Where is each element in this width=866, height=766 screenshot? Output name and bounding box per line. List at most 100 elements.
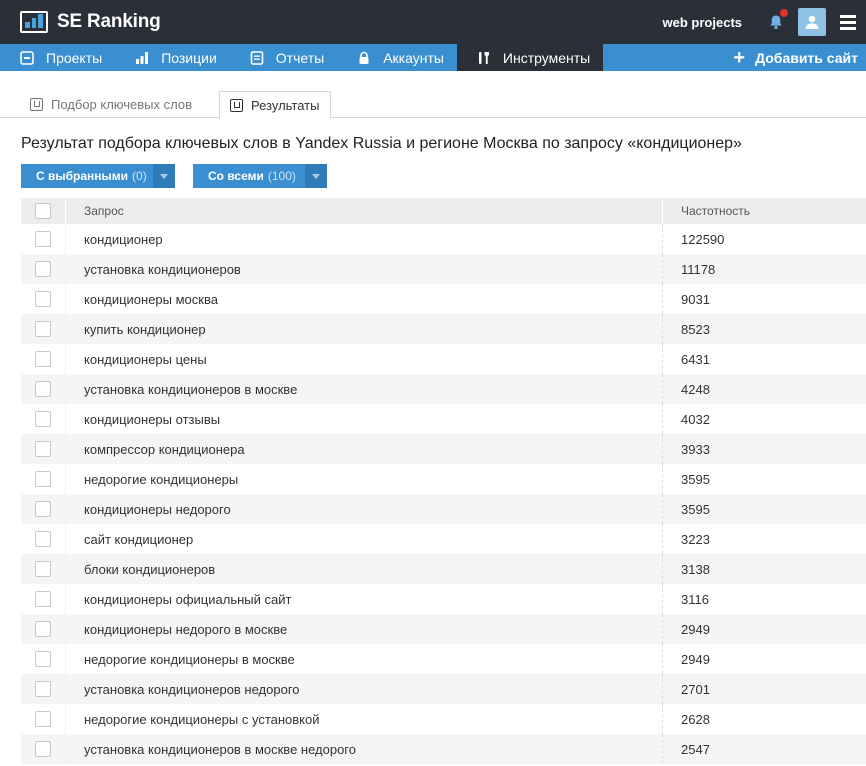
- table-row: компрессор кондиционера 3933: [21, 434, 866, 464]
- table-row: недорогие кондиционеры 3595: [21, 464, 866, 494]
- avatar[interactable]: [798, 8, 826, 36]
- query-cell: кондиционеры цены: [66, 344, 663, 374]
- add-site-button[interactable]: + Добавить сайт: [733, 44, 858, 71]
- tab-label: Подбор ключевых слов: [51, 97, 193, 112]
- row-checkbox[interactable]: [35, 291, 51, 307]
- row-checkbox[interactable]: [35, 591, 51, 607]
- frequency-cell: 2701: [681, 681, 710, 697]
- query-cell: кондиционеры официальный сайт: [66, 584, 663, 614]
- menu-icon[interactable]: [840, 14, 856, 30]
- nav-item-projects[interactable]: Проекты: [0, 44, 115, 71]
- nav-label: Аккаунты: [383, 49, 444, 66]
- row-checkbox[interactable]: [35, 741, 51, 757]
- row-checkbox[interactable]: [35, 531, 51, 547]
- table-row: блоки кондиционеров 3138: [21, 554, 866, 584]
- select-all-checkbox[interactable]: [35, 203, 51, 219]
- selected-count: (0): [132, 169, 147, 183]
- query-cell: кондиционеры москва: [66, 284, 663, 314]
- plus-icon: +: [733, 46, 746, 69]
- tab-keyword-selection[interactable]: Подбор ключевых слов: [20, 91, 202, 118]
- nav-item-accounts[interactable]: Аккаунты: [337, 44, 457, 71]
- row-checkbox[interactable]: [35, 711, 51, 727]
- query-cell: блоки кондиционеров: [66, 554, 663, 584]
- row-checkbox[interactable]: [35, 471, 51, 487]
- row-checkbox[interactable]: [35, 231, 51, 247]
- row-checkbox[interactable]: [35, 381, 51, 397]
- upload-box-icon: [30, 98, 43, 111]
- row-checkbox[interactable]: [35, 321, 51, 337]
- frequency-cell: 2628: [681, 711, 710, 727]
- tab-label: Результаты: [251, 97, 320, 113]
- row-checkbox[interactable]: [35, 411, 51, 427]
- all-count: (100): [267, 169, 296, 183]
- query-cell: недорогие кондиционеры в москве: [66, 644, 663, 674]
- frequency-cell: 3933: [681, 441, 710, 457]
- column-header-frequency[interactable]: Частотность: [663, 198, 866, 224]
- button-label: С выбранными: [36, 169, 129, 183]
- query-cell: установка кондиционеров недорого: [66, 674, 663, 704]
- user-icon: [805, 15, 819, 29]
- nav-item-tools[interactable]: Инструменты: [456, 44, 604, 71]
- with-all-button[interactable]: Со всеми (100): [193, 164, 327, 188]
- add-site-label: Добавить сайт: [755, 49, 858, 66]
- row-checkbox[interactable]: [35, 561, 51, 577]
- nav-item-reports[interactable]: Отчеты: [230, 44, 337, 71]
- page-title: Результат подбора ключевых слов в Yandex…: [21, 135, 742, 152]
- frequency-cell: 8523: [681, 321, 710, 337]
- nav-label: Позиции: [161, 49, 217, 66]
- row-checkbox[interactable]: [35, 681, 51, 697]
- nav-label: Отчеты: [275, 49, 325, 66]
- frequency-cell: 2949: [681, 621, 710, 637]
- row-checkbox[interactable]: [35, 261, 51, 277]
- projects-icon: [20, 50, 34, 65]
- frequency-cell: 2547: [681, 741, 710, 757]
- tab-results[interactable]: Результаты: [219, 91, 331, 119]
- column-header-query[interactable]: Запрос: [66, 198, 663, 224]
- account-name[interactable]: web projects: [663, 15, 742, 30]
- logo-chart-icon: [20, 11, 48, 33]
- row-checkbox[interactable]: [35, 441, 51, 457]
- table-row: установка кондиционеров недорого 2701: [21, 674, 866, 704]
- table-row: установка кондиционеров в москве недорог…: [21, 734, 866, 764]
- frequency-cell: 3138: [681, 561, 710, 577]
- nav-label: Проекты: [46, 49, 103, 66]
- logo[interactable]: SE Ranking: [20, 11, 161, 33]
- main-nav: Проекты Позиции Отчеты Аккаунты Инструме…: [0, 44, 866, 71]
- table-row: недорогие кондиционеры с установкой 2628: [21, 704, 866, 734]
- nav-label: Инструменты: [502, 49, 591, 66]
- with-selected-button[interactable]: С выбранными (0): [21, 164, 175, 188]
- top-bar: SE Ranking web projects: [0, 0, 866, 44]
- nav-item-positions[interactable]: Позиции: [115, 44, 230, 71]
- keywords-table: Запрос Частотность кондиционер 122590 уста…: [21, 198, 866, 764]
- tab-bar: Подбор ключевых слов Результаты: [0, 71, 866, 119]
- notification-bell-icon[interactable]: [768, 9, 788, 30]
- report-icon: [250, 50, 264, 65]
- chevron-down-icon[interactable]: [305, 164, 327, 188]
- frequency-cell: 3595: [681, 501, 710, 517]
- frequency-cell: 3116: [681, 591, 709, 607]
- frequency-cell: 4032: [681, 411, 710, 427]
- row-checkbox[interactable]: [35, 351, 51, 367]
- frequency-cell: 3595: [681, 471, 710, 487]
- bar-chart-icon: [135, 51, 149, 65]
- notification-dot: [780, 9, 788, 17]
- button-label: Со всеми: [208, 169, 264, 183]
- query-cell: кондиционеры отзывы: [66, 404, 663, 434]
- tools-icon: [477, 51, 491, 65]
- frequency-cell: 4248: [681, 381, 710, 397]
- table-row: сайт кондиционер 3223: [21, 524, 866, 554]
- query-cell: сайт кондиционер: [66, 524, 663, 554]
- frequency-cell: 6431: [681, 351, 710, 367]
- table-row: кондиционеры москва 9031: [21, 284, 866, 314]
- upload-box-icon: [230, 98, 243, 112]
- query-cell: кондиционер: [66, 224, 663, 254]
- table-row: кондиционеры официальный сайт 3116: [21, 584, 866, 614]
- logo-text: SE Ranking: [57, 11, 161, 32]
- chevron-down-icon[interactable]: [153, 164, 175, 188]
- row-checkbox[interactable]: [35, 501, 51, 517]
- table-row: кондиционеры недорого 3595: [21, 494, 866, 524]
- table-row: установка кондиционеров в москве 4248: [21, 374, 866, 404]
- row-checkbox[interactable]: [35, 651, 51, 667]
- row-checkbox[interactable]: [35, 621, 51, 637]
- query-cell: установка кондиционеров в москве: [66, 374, 663, 404]
